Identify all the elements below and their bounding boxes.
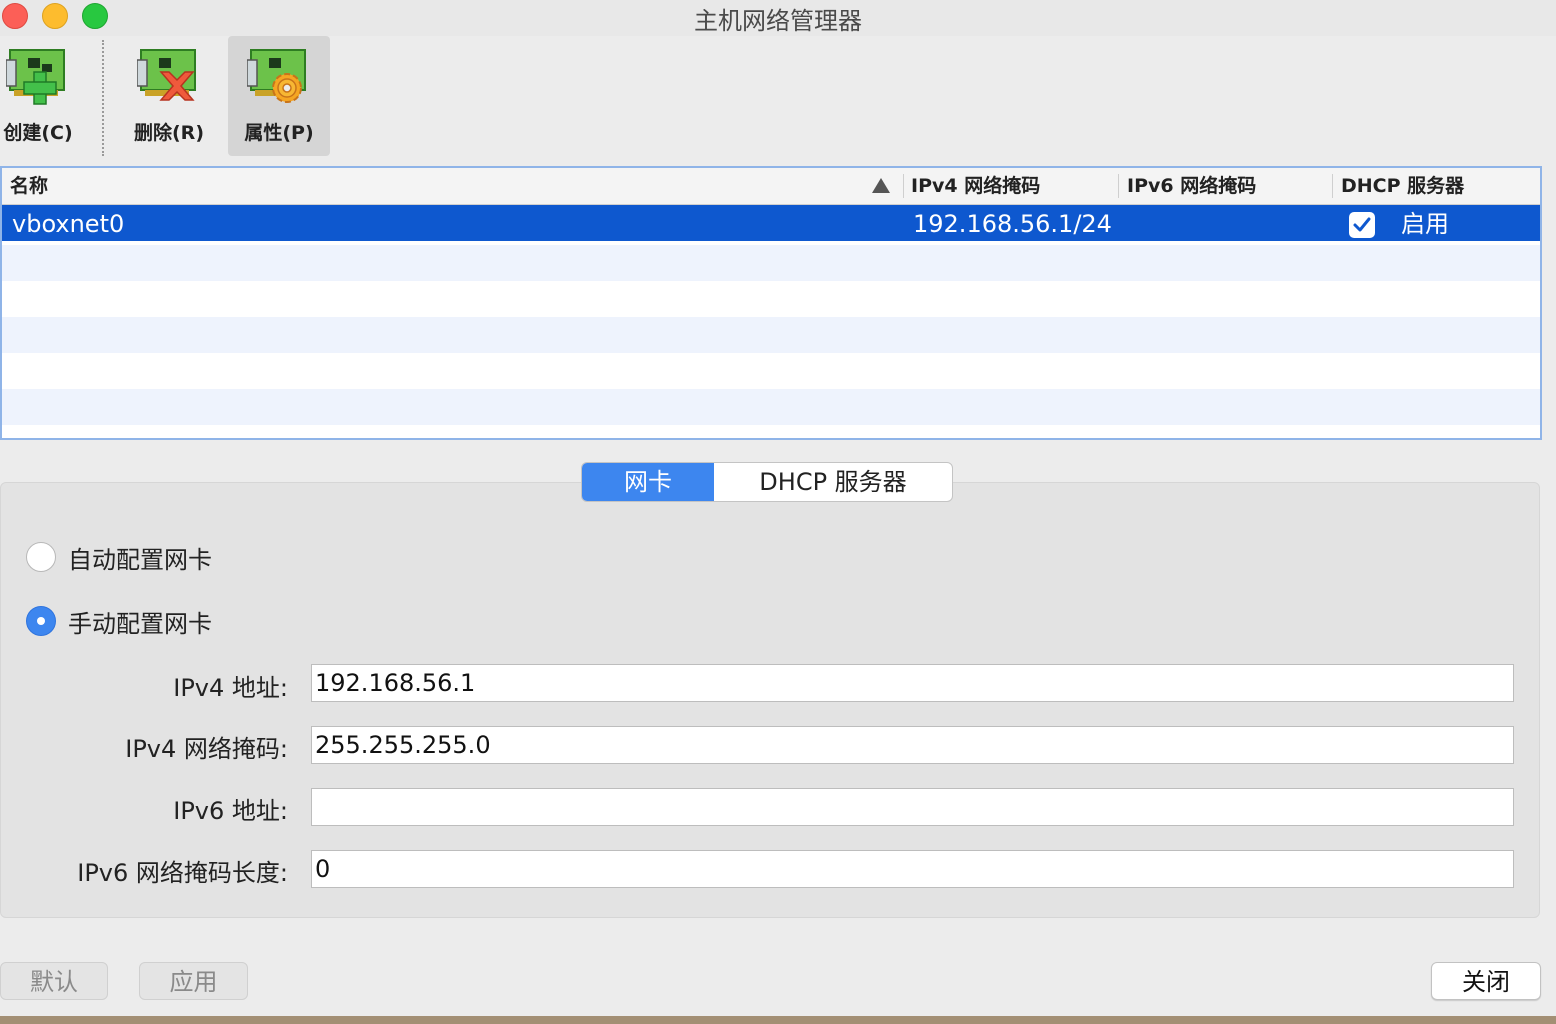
ipv4-address-label: IPv4 地址: <box>173 674 288 702</box>
remove-button[interactable]: 删除(R) <box>126 36 212 156</box>
sort-ascending-icon <box>872 178 890 193</box>
title-bar: 主机网络管理器 <box>0 0 1556 36</box>
dhcp-enabled-checkbox[interactable] <box>1349 212 1375 238</box>
table-header: 名称 IPv4 网络掩码 IPv6 网络掩码 DHCP 服务器 <box>2 168 1540 205</box>
table-row-empty <box>2 389 1540 425</box>
reset-button[interactable]: 默认 <box>0 962 108 1000</box>
properties-button[interactable]: 属性(P) <box>228 36 330 156</box>
column-header-ipv6-mask[interactable]: IPv6 网络掩码 <box>1127 168 1256 204</box>
column-divider <box>1332 174 1333 198</box>
manual-config-label[interactable]: 手动配置网卡 <box>68 604 212 639</box>
table-row[interactable]: vboxnet0 192.168.56.1/24 启用 <box>2 205 1540 241</box>
auto-config-label[interactable]: 自动配置网卡 <box>68 540 212 575</box>
ipv6-address-label: IPv6 地址: <box>173 797 288 825</box>
ipv6-prefix-input[interactable] <box>311 850 1514 888</box>
window-title: 主机网络管理器 <box>694 7 862 35</box>
create-label: 创建(C) <box>3 122 73 144</box>
manual-config-radio[interactable] <box>26 606 56 636</box>
nic-remove-icon <box>137 49 196 101</box>
nic-add-icon <box>6 49 65 105</box>
column-header-ipv4-mask[interactable]: IPv4 网络掩码 <box>911 168 1040 204</box>
desktop-edge <box>0 1016 1556 1024</box>
table-row-empty <box>2 353 1540 389</box>
host-network-table[interactable]: 名称 IPv4 网络掩码 IPv6 网络掩码 DHCP 服务器 vboxnet0… <box>0 166 1542 440</box>
tab-adapter[interactable]: 网卡 <box>582 463 714 501</box>
properties-label: 属性(P) <box>244 122 314 144</box>
checkmark-icon <box>1353 217 1371 232</box>
column-divider <box>1118 174 1119 198</box>
toolbar-separator <box>102 40 104 156</box>
ipv6-address-input[interactable] <box>311 788 1514 826</box>
dhcp-status: 启用 <box>1401 210 1449 238</box>
table-row-empty <box>2 281 1540 317</box>
tab-dhcp-server[interactable]: DHCP 服务器 <box>714 463 952 501</box>
ipv4-mask-label: IPv4 网络掩码: <box>125 735 288 763</box>
ipv6-prefix-label: IPv6 网络掩码长度: <box>77 859 288 887</box>
table-row-empty <box>2 317 1540 353</box>
column-divider <box>903 174 904 198</box>
auto-config-radio[interactable] <box>26 542 56 572</box>
column-header-name[interactable]: 名称 <box>10 168 48 204</box>
apply-button[interactable]: 应用 <box>139 962 248 1000</box>
column-header-dhcp[interactable]: DHCP 服务器 <box>1341 168 1464 204</box>
remove-label: 删除(R) <box>134 122 204 144</box>
toolbar: 创建(C) 删除(R) 属性(P) <box>0 36 1556 164</box>
network-ipv4-mask: 192.168.56.1/24 <box>913 210 1112 238</box>
table-row-empty <box>2 245 1540 281</box>
network-name: vboxnet0 <box>12 210 125 238</box>
nic-properties-icon <box>247 49 306 103</box>
ipv4-address-input[interactable] <box>311 664 1514 702</box>
close-button[interactable]: 关闭 <box>1431 962 1541 1000</box>
create-button[interactable]: 创建(C) <box>0 36 76 156</box>
tab-bar: 网卡 DHCP 服务器 <box>581 462 953 502</box>
ipv4-mask-input[interactable] <box>311 726 1514 764</box>
